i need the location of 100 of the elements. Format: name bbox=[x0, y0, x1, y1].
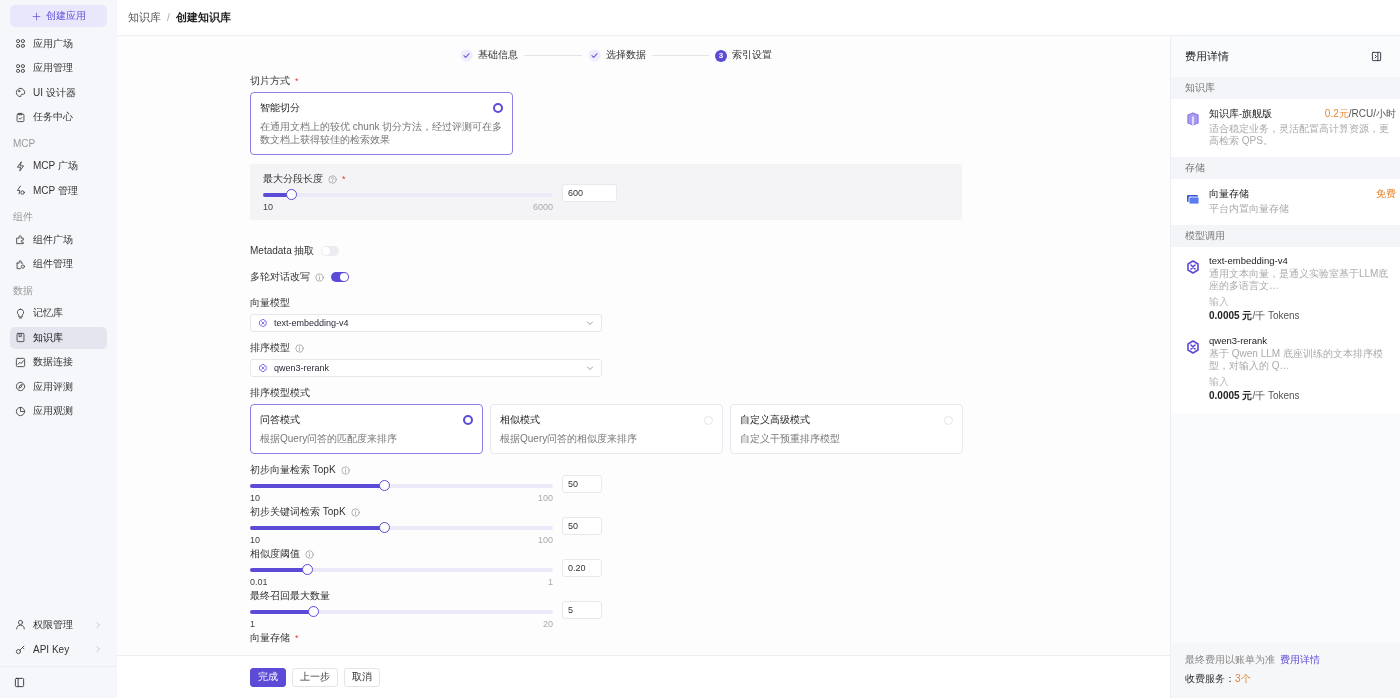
section-label: 模型调用 bbox=[1171, 225, 1400, 247]
input-label: 输入 bbox=[1209, 295, 1230, 309]
footer-button[interactable]: 取消 bbox=[344, 667, 380, 687]
sidebar-item[interactable]: 数据连接 bbox=[10, 351, 107, 373]
number-input[interactable]: 50 bbox=[562, 475, 602, 493]
service-name: 知识库-旗舰版 bbox=[1209, 108, 1273, 121]
number-input[interactable]: 5 bbox=[562, 601, 602, 619]
step-number: 3 bbox=[715, 49, 727, 62]
pie-chart-icon bbox=[15, 405, 26, 417]
price-unit: /千 Tokens bbox=[1252, 390, 1300, 401]
field-label: 排序模型 bbox=[250, 341, 290, 355]
sidebar-item[interactable]: 组件管理 bbox=[10, 253, 107, 275]
price-unit: /千 Tokens bbox=[1252, 310, 1300, 321]
slider-thumb[interactable] bbox=[301, 564, 313, 575]
slider-thumb[interactable] bbox=[378, 522, 390, 533]
service-name: qwen3-rerank bbox=[1209, 335, 1268, 346]
model-logo-icon bbox=[1185, 259, 1201, 275]
number-input[interactable]: 0.20 bbox=[562, 559, 602, 577]
sidebar-item[interactable]: MCP 管理 bbox=[10, 179, 107, 202]
section-label: 数据 bbox=[12, 283, 34, 298]
cost-details-link[interactable]: 费用详情 bbox=[1280, 653, 1320, 667]
number-input[interactable]: 600 bbox=[562, 184, 617, 202]
slider-min-label: 10 bbox=[250, 535, 260, 545]
field-label: 排序模型模式 bbox=[250, 386, 310, 400]
model-logo-icon bbox=[258, 363, 268, 373]
sidebar-item[interactable]: 应用评测 bbox=[10, 375, 107, 398]
select-field[interactable]: text-embedding-v4 bbox=[250, 314, 602, 332]
finish-button[interactable]: 完成 bbox=[250, 667, 286, 687]
field-label: 切片方式 bbox=[250, 74, 290, 88]
required-mark: * bbox=[295, 633, 299, 643]
price: 0.0005 元 bbox=[1209, 310, 1253, 321]
field-label: 相似度阈值 bbox=[250, 547, 300, 561]
number-input[interactable]: 50 bbox=[562, 517, 602, 535]
compass-icon bbox=[15, 381, 26, 392]
slider-max-label: 100 bbox=[537, 493, 553, 503]
required-mark: * bbox=[342, 174, 346, 184]
section-label: 存储 bbox=[1171, 157, 1400, 179]
sidebar-item[interactable]: API Key bbox=[10, 638, 107, 660]
sidebar-item[interactable]: 知识库 bbox=[10, 326, 107, 349]
book-icon bbox=[15, 332, 26, 343]
puzzle-icon bbox=[15, 234, 26, 245]
breadcrumb-item[interactable]: 知识库 bbox=[128, 10, 161, 25]
panel-title: 费用详情 bbox=[1185, 49, 1229, 64]
option-card[interactable]: 自定义高级模式 自定义干预重排序模型 bbox=[730, 404, 963, 454]
sidebar-item[interactable]: 组件广场 bbox=[10, 228, 107, 251]
sidebar-item[interactable]: 记忆库 bbox=[10, 302, 107, 324]
step-label: 索引设置 bbox=[732, 49, 772, 62]
sidebar-item[interactable]: UI 设计器 bbox=[10, 81, 107, 104]
price-unit: /RCU/小时 bbox=[1348, 108, 1396, 119]
puzzle-gear-icon bbox=[15, 258, 26, 270]
slider-min-label: 1 bbox=[250, 619, 255, 629]
slider-thumb[interactable] bbox=[286, 189, 297, 200]
create-app-button[interactable]: 创建应用 bbox=[10, 5, 107, 27]
option-title: 问答模式 bbox=[260, 413, 300, 427]
toggle-switch[interactable] bbox=[331, 272, 349, 282]
radio-button[interactable] bbox=[463, 415, 473, 425]
slider-max-label: 20 bbox=[543, 619, 553, 629]
option-card[interactable]: 智能切分 在通用文档上的较优 chunk 切分方法，经过评测可在多数文档上获得较佳的检索效果 bbox=[250, 92, 513, 155]
slider-thumb[interactable] bbox=[378, 480, 390, 491]
select-field[interactable]: qwen3-rerank bbox=[250, 359, 602, 377]
bulb-icon bbox=[15, 307, 26, 319]
slider-thumb[interactable] bbox=[307, 606, 319, 617]
service-description: 适合稳定业务，灵活配置高计算资源，更高检索 QPS。 bbox=[1209, 123, 1390, 147]
field-label: 初步向量检索 TopK bbox=[250, 463, 336, 477]
slider-min-label: 0.01 bbox=[250, 577, 268, 587]
service-name: text-embedding-v4 bbox=[1209, 255, 1288, 266]
palette-icon bbox=[15, 87, 26, 98]
slider-min-label: 10 bbox=[263, 202, 273, 212]
sidebar-item[interactable]: 任务中心 bbox=[10, 106, 107, 128]
price: 免费 bbox=[1376, 188, 1396, 199]
radio-button[interactable] bbox=[493, 103, 503, 113]
option-description: 根据Query问答的匹配度来排序 bbox=[260, 432, 399, 445]
field-label: 最终召回最大数量 bbox=[250, 589, 330, 603]
slider-max-label: 6000 bbox=[532, 202, 553, 212]
sidebar-toggle-icon bbox=[14, 677, 25, 688]
section-label: MCP bbox=[12, 136, 37, 151]
service-count: 3个 bbox=[1235, 673, 1251, 684]
collapse-panel-icon[interactable] bbox=[1371, 51, 1382, 62]
chevron-right-icon bbox=[94, 620, 102, 629]
option-card[interactable]: 相似模式 根据Query问答的相似度来排序 bbox=[490, 404, 723, 454]
clipboard-icon bbox=[15, 111, 26, 123]
sidebar-item[interactable]: 应用管理 bbox=[10, 57, 107, 79]
grid-icon bbox=[15, 62, 26, 74]
field-label: Metadata 抽取 bbox=[250, 244, 315, 258]
slider-max-label: 100 bbox=[537, 535, 553, 545]
price: 0.2元 bbox=[1324, 108, 1349, 119]
sidebar-item[interactable]: 权限管理 bbox=[10, 613, 107, 636]
option-card[interactable]: 问答模式 根据Query问答的匹配度来排序 bbox=[250, 404, 483, 454]
key-icon bbox=[15, 643, 26, 655]
sidebar-item[interactable]: 应用观测 bbox=[10, 400, 107, 422]
field-label: 多轮对话改写 bbox=[250, 270, 310, 284]
sidebar-item[interactable]: MCP 广场 bbox=[10, 155, 107, 177]
billing-note: 最终费用以账单为准 bbox=[1185, 653, 1275, 667]
lightning-icon bbox=[15, 160, 26, 172]
option-title: 智能切分 bbox=[260, 101, 300, 115]
option-description: 自定义干预重排序模型 bbox=[740, 432, 841, 445]
sidebar-item[interactable]: 应用广场 bbox=[10, 32, 107, 55]
model-logo-icon bbox=[1185, 339, 1201, 355]
option-title: 自定义高级模式 bbox=[740, 413, 810, 427]
footer-button[interactable]: 上一步 bbox=[292, 667, 338, 687]
